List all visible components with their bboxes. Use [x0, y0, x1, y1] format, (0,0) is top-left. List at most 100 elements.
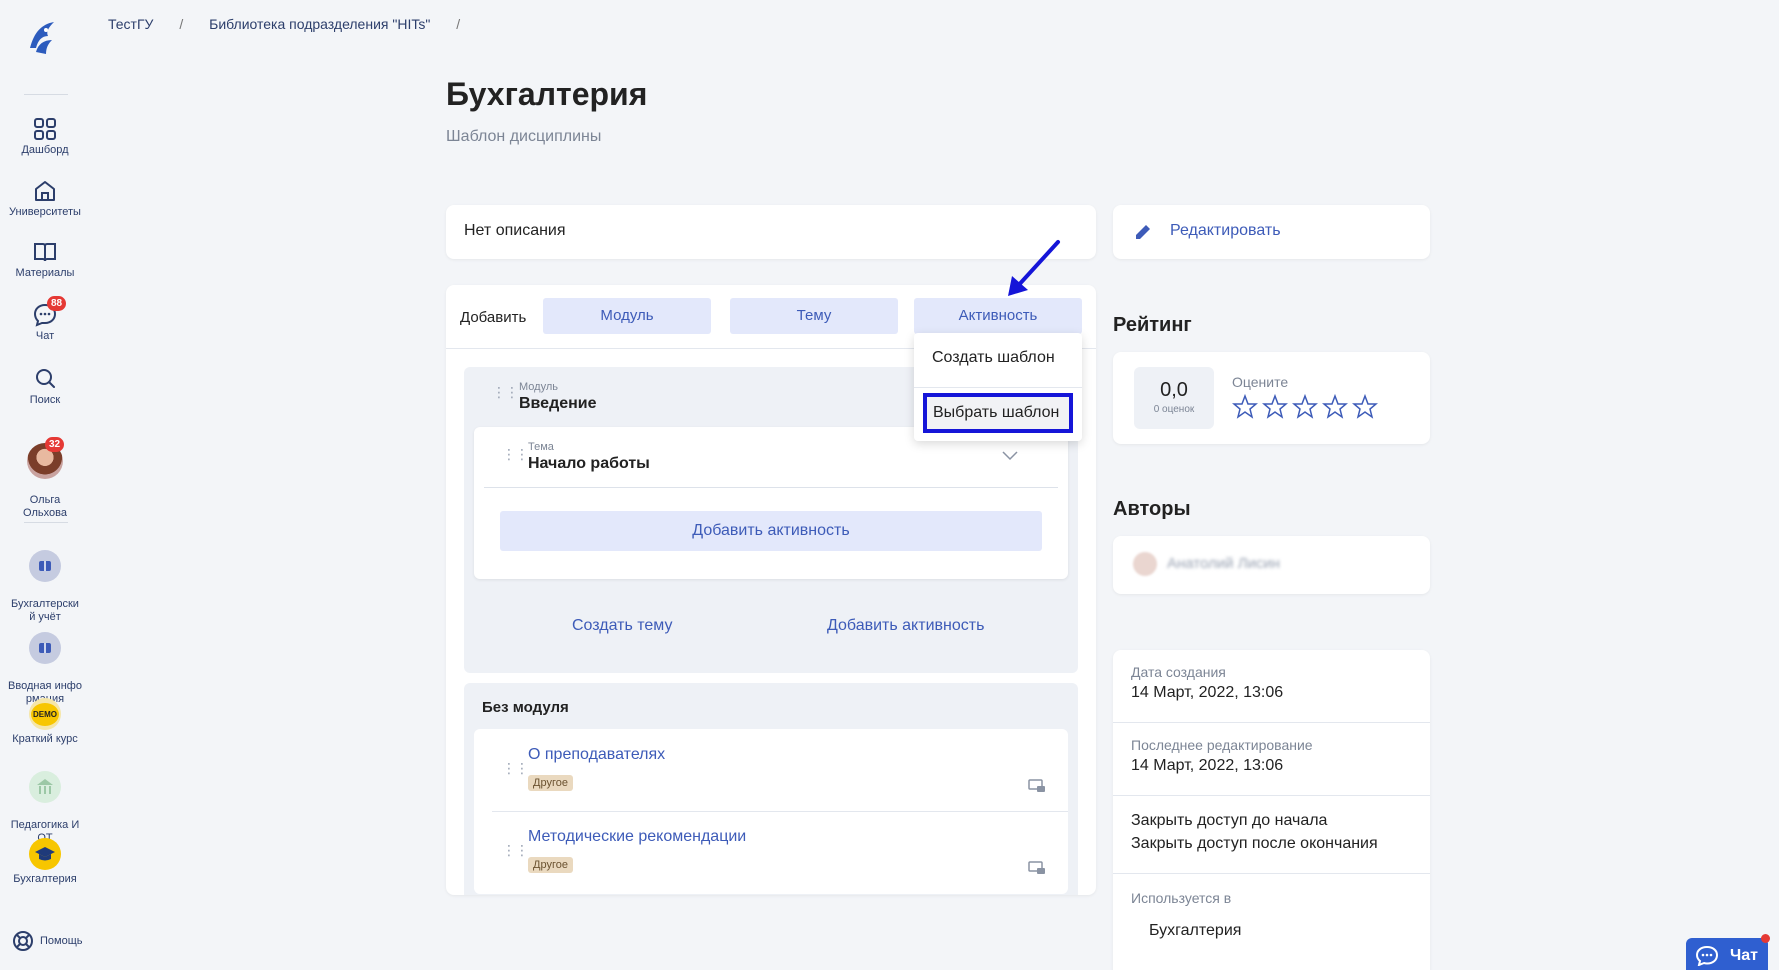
- edit-label: Редактировать: [1170, 222, 1281, 239]
- activity-title[interactable]: Методические рекомендации: [528, 828, 746, 846]
- sidebar-item-profile[interactable]: 32 Ольга Ольхова: [0, 430, 90, 520]
- breadcrumb-item[interactable]: Библиотека подразделения "HITs": [209, 16, 430, 32]
- logo-icon[interactable]: [24, 18, 58, 58]
- activity-tag: Другое: [528, 775, 573, 791]
- edited-label: Последнее редактирование: [1131, 737, 1313, 753]
- sidebar-item-label: Поиск: [29, 394, 61, 406]
- list-item[interactable]: ⋮⋮ О преподавателях Другое: [474, 729, 1068, 811]
- sidebar-course-accounting[interactable]: Бухгалтерски й учёт: [0, 537, 90, 624]
- add-module-button[interactable]: Модуль: [543, 298, 711, 334]
- chat-notification-dot: [1761, 934, 1770, 943]
- divider: [914, 387, 1082, 388]
- graduation-cap-icon: [29, 838, 61, 870]
- theme-name: Начало работы: [528, 455, 650, 472]
- sidebar-course-label: Краткий курс: [12, 733, 78, 745]
- breadcrumb-separator: /: [456, 16, 461, 32]
- chevron-down-icon[interactable]: [1002, 451, 1018, 461]
- access-after-text: Закрыть доступ после окончания: [1131, 835, 1378, 852]
- list-item[interactable]: ⋮⋮ Методические рекомендации Другое: [474, 811, 1068, 893]
- search-icon: [36, 369, 55, 388]
- theme-card: ⋮⋮ Тема Начало работы Добавить активност…: [474, 427, 1068, 579]
- star-icon[interactable]: [1352, 394, 1378, 420]
- screen-icon: [1028, 861, 1045, 874]
- sidebar-item-dashboard[interactable]: Дашборд: [0, 116, 90, 157]
- rating-title: Рейтинг: [1113, 314, 1192, 336]
- add-activity-dropdown-button[interactable]: Активность: [914, 298, 1082, 334]
- building-icon: [29, 771, 61, 803]
- module-label: Модуль: [519, 381, 558, 393]
- divider: [1113, 873, 1430, 874]
- star-icon[interactable]: [1232, 394, 1258, 420]
- university-icon: [35, 181, 55, 201]
- sidebar-item-universities[interactable]: Университеты: [0, 178, 90, 219]
- module-name: Введение: [519, 395, 597, 412]
- add-activity-link[interactable]: Добавить активность: [827, 617, 984, 635]
- sidebar-item-chat[interactable]: 88 Чат: [0, 296, 90, 343]
- add-theme-button[interactable]: Тему: [730, 298, 898, 334]
- info-card: Дата создания 14 Март, 2022, 13:06 После…: [1113, 650, 1430, 970]
- no-module-title: Без модуля: [482, 699, 569, 716]
- score-box: 0,0 0 оценок: [1134, 367, 1214, 429]
- star-icon[interactable]: [1262, 394, 1288, 420]
- help-button[interactable]: Помощь: [0, 930, 90, 952]
- chat-button[interactable]: Чат: [1686, 934, 1770, 970]
- create-theme-link[interactable]: Создать тему: [572, 617, 672, 635]
- add-activity-button[interactable]: Добавить активность: [500, 511, 1042, 551]
- star-icon[interactable]: [1292, 394, 1318, 420]
- description-text: Нет описания: [464, 222, 566, 239]
- sidebar-item-materials[interactable]: Материалы: [0, 239, 90, 280]
- score-value: 0,0: [1160, 379, 1188, 401]
- drag-handle-icon[interactable]: ⋮⋮: [502, 761, 529, 775]
- book-icon: [34, 243, 56, 262]
- lifebuoy-icon: [13, 931, 33, 951]
- score-count: 0 оценок: [1153, 404, 1195, 415]
- divider: [484, 487, 1058, 488]
- authors-title: Авторы: [1113, 498, 1191, 520]
- sidebar-course-intro[interactable]: Вводная инфо рмация: [0, 619, 90, 706]
- drag-handle-icon[interactable]: ⋮⋮: [492, 385, 519, 399]
- sidebar-item-label: Чат: [35, 330, 55, 342]
- chat-bubble-icon: [1696, 946, 1718, 966]
- breadcrumb-separator: /: [179, 16, 184, 32]
- author-card[interactable]: Анатолий Лисин: [1113, 536, 1430, 594]
- add-label: Добавить: [460, 309, 527, 326]
- sidebar-item-label: Материалы: [15, 267, 75, 279]
- edit-button[interactable]: Редактировать: [1113, 205, 1430, 259]
- choose-template-item[interactable]: Выбрать шаблон: [914, 404, 1082, 422]
- sidebar-item-label: Ольга Ольхова: [23, 494, 67, 519]
- drag-handle-icon[interactable]: ⋮⋮: [502, 843, 529, 857]
- drag-handle-icon[interactable]: ⋮⋮: [502, 447, 529, 461]
- author-name: Анатолий Лисин: [1167, 555, 1281, 572]
- sidebar-item-search[interactable]: Поиск: [0, 366, 90, 407]
- avatar: 32: [27, 437, 65, 479]
- breadcrumb: ТестГУ / Библиотека подразделения "HITs"…: [108, 16, 482, 32]
- access-before-text: Закрыть доступ до начала: [1131, 812, 1328, 829]
- activity-dropdown-menu: Создать шаблон Выбрать шаблон: [914, 333, 1082, 441]
- divider: [1113, 722, 1430, 723]
- divider: [1113, 795, 1430, 796]
- rating-card: 0,0 0 оценок Оцените: [1113, 352, 1430, 444]
- sidebar-course-short[interactable]: DEMO Краткий курс: [0, 698, 90, 746]
- activity-tag: Другое: [528, 857, 573, 873]
- create-template-item[interactable]: Создать шаблон: [914, 349, 1082, 367]
- breadcrumb-item[interactable]: ТестГУ: [108, 16, 153, 32]
- page-title: Бухгалтерия: [446, 76, 648, 112]
- sidebar-divider: [24, 94, 68, 95]
- course-book-icon: [29, 632, 61, 664]
- sidebar-divider: [24, 522, 68, 523]
- demo-icon: DEMO: [29, 698, 61, 730]
- star-icon[interactable]: [1322, 394, 1348, 420]
- sidebar-item-label: Дашборд: [21, 144, 69, 156]
- no-module-block: Без модуля ⋮⋮ О преподавателях Другое ⋮⋮…: [464, 683, 1078, 895]
- sidebar: Дашборд Университеты Материалы 88 Чат По…: [0, 0, 83, 970]
- created-label: Дата создания: [1131, 664, 1226, 680]
- star-rating: [1232, 394, 1378, 420]
- activity-title[interactable]: О преподавателях: [528, 746, 665, 764]
- used-in-value[interactable]: Бухгалтерия: [1149, 922, 1411, 940]
- grid-icon: [34, 118, 56, 140]
- notifications-badge: 32: [45, 437, 65, 452]
- sidebar-course-bookkeeping[interactable]: Бухгалтерия: [0, 838, 90, 886]
- screen-icon: [1028, 779, 1045, 792]
- sidebar-course-label: Бухгалтерия: [13, 873, 77, 885]
- sidebar-course-pedagogy[interactable]: Педагогика И ОТ: [0, 758, 90, 845]
